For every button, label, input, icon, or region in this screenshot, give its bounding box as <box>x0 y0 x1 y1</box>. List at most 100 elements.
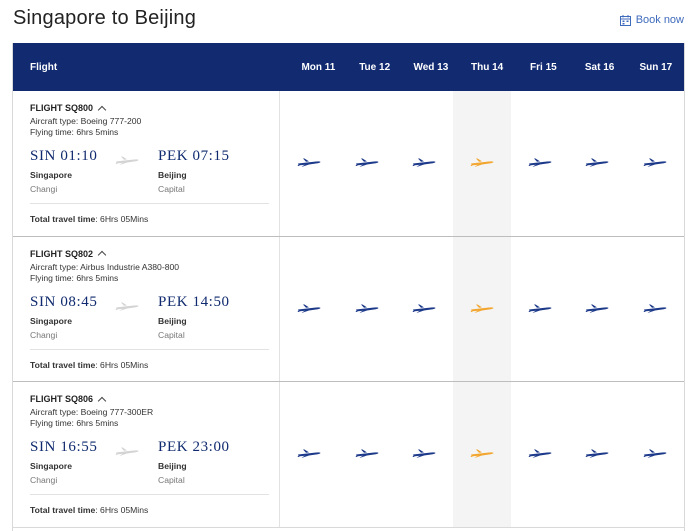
day-cell-thu[interactable] <box>453 236 511 381</box>
airplane-icon <box>115 443 139 461</box>
airplane-icon <box>585 300 609 318</box>
flight-times: SIN 01:10 Singapore Changi PEK 07:15 Bei… <box>30 148 280 198</box>
airplane-icon <box>297 154 321 172</box>
day-header-fri: Fri 15 <box>530 61 557 73</box>
airplane-icon <box>412 445 436 463</box>
departure-city: Singapore <box>30 315 73 326</box>
flying-time: Flying time: 6hrs 5mins <box>30 127 119 137</box>
total-travel-time: Total travel time: 6Hrs 05Mins <box>30 360 148 370</box>
arrival-time: PEK 23:00 <box>158 439 230 455</box>
total-travel-time-label: Total travel time <box>30 505 96 515</box>
airplane-icon <box>470 154 494 172</box>
departure: SIN 16:55 Singapore Changi <box>30 439 98 485</box>
departure-time: SIN 08:45 <box>30 293 98 310</box>
airplane-icon <box>585 445 609 463</box>
book-now-link[interactable]: Book now <box>619 14 684 26</box>
day-header-thu: Thu 14 <box>471 61 504 73</box>
flight-times: SIN 08:45 Singapore Changi PEK 14:50 Bei… <box>30 294 280 344</box>
flight-info: FLIGHT SQ800 Aircraft type: Boeing 777-2… <box>13 91 281 236</box>
flight-number: FLIGHT SQ806 <box>30 394 94 404</box>
day-cell-fri[interactable] <box>511 91 569 236</box>
day-cell-sun[interactable] <box>626 91 684 236</box>
airplane-icon <box>355 445 379 463</box>
flight-info: FLIGHT SQ806 Aircraft type: Boeing 777-3… <box>13 382 281 527</box>
airplane-icon <box>528 445 552 463</box>
total-travel-time-value: : 6Hrs 05Mins <box>95 359 149 370</box>
day-cells <box>280 236 684 382</box>
total-travel-time-label: Total travel time <box>30 214 96 224</box>
arrival-airport: Capital <box>158 475 185 485</box>
departure-airport: Changi <box>30 329 58 340</box>
day-cell-tue[interactable] <box>338 382 396 527</box>
book-now-label: Book now <box>635 14 684 26</box>
aircraft-type: Aircraft type: Boeing 777-200 <box>30 116 142 126</box>
departure-city: Singapore <box>30 461 73 471</box>
departure-time: SIN 16:55 <box>30 439 98 455</box>
divider <box>30 494 270 495</box>
flight-number-toggle[interactable]: FLIGHT SQ800 <box>30 103 279 114</box>
airplane-icon <box>355 154 379 172</box>
day-cell-wed[interactable] <box>396 237 454 382</box>
airplane-icon <box>643 445 667 463</box>
chevron-up-icon[interactable] <box>97 396 107 405</box>
airplane-icon <box>643 154 667 172</box>
day-header-sat: Sat 16 <box>584 61 615 73</box>
day-header-mon: Mon 11 <box>301 61 336 73</box>
flying-time: Flying time: 6hrs 5mins <box>30 418 119 428</box>
airplane-icon <box>470 445 494 463</box>
day-cell-tue[interactable] <box>338 237 396 382</box>
day-cell-sat[interactable] <box>569 237 627 382</box>
day-cell-sat[interactable] <box>569 91 627 236</box>
day-cell-sun[interactable] <box>626 382 684 527</box>
flight-number-toggle[interactable]: FLIGHT SQ806 <box>30 394 279 405</box>
day-header-tue: Tue 12 <box>359 61 391 73</box>
arrival-city: Beijing <box>158 461 187 471</box>
day-cell-thu[interactable] <box>453 91 511 236</box>
flight-row: FLIGHT SQ806 Aircraft type: Boeing 777-3… <box>13 382 684 528</box>
page-title: Singapore to Beijing <box>13 7 197 29</box>
day-cell-sun[interactable] <box>626 237 684 382</box>
day-cell-mon[interactable] <box>280 237 338 382</box>
day-cell-mon[interactable] <box>280 91 338 236</box>
flight-times: SIN 16:55 Singapore Changi PEK 23:00 Bei… <box>30 439 280 489</box>
airplane-icon <box>643 300 667 318</box>
aircraft-type: Aircraft type: Boeing 777-300ER <box>30 407 154 417</box>
arrival-city: Beijing <box>158 170 187 180</box>
flight-info: FLIGHT SQ802 Aircraft type: Airbus Indus… <box>13 236 281 381</box>
departure: SIN 08:45 Singapore Changi <box>30 294 98 340</box>
flight-rows: FLIGHT SQ800 Aircraft type: Boeing 777-2… <box>13 91 684 528</box>
arrival-airport: Capital <box>158 184 185 194</box>
departure-airport: Changi <box>30 475 58 485</box>
day-cell-fri[interactable] <box>511 382 569 527</box>
day-cell-wed[interactable] <box>396 91 454 236</box>
departure: SIN 01:10 Singapore Changi <box>30 148 98 194</box>
chevron-up-icon[interactable] <box>97 105 107 114</box>
day-cell-mon[interactable] <box>280 382 338 527</box>
day-cell-thu[interactable] <box>453 382 511 527</box>
flight-row: FLIGHT SQ802 Aircraft type: Airbus Indus… <box>13 236 684 382</box>
day-cell-fri[interactable] <box>511 237 569 382</box>
table-header: Flight Mon 11 Tue 12 Wed 13 Thu 14 Fri 1… <box>13 43 684 91</box>
arrival-time: PEK 07:15 <box>158 148 230 164</box>
airplane-icon <box>412 154 436 172</box>
departure-airport: Changi <box>30 184 58 194</box>
arrival: PEK 07:15 Beijing Capital <box>158 148 230 194</box>
arrival-city: Beijing <box>158 315 187 326</box>
divider <box>30 348 270 350</box>
airplane-icon <box>115 298 139 316</box>
airplane-icon <box>297 445 321 463</box>
departure-city: Singapore <box>30 170 73 180</box>
day-cell-tue[interactable] <box>338 91 396 236</box>
total-travel-time-value: : 6Hrs 05Mins <box>95 505 149 515</box>
airplane-icon <box>355 300 379 318</box>
day-cell-sat[interactable] <box>569 382 627 527</box>
divider <box>30 203 270 204</box>
arrival-airport: Capital <box>158 329 185 340</box>
arrival: PEK 14:50 Beijing Capital <box>158 294 230 340</box>
chevron-up-icon[interactable] <box>97 250 107 260</box>
flight-number-toggle[interactable]: FLIGHT SQ802 <box>30 249 279 260</box>
flight-row: FLIGHT SQ800 Aircraft type: Boeing 777-2… <box>13 91 684 237</box>
day-cell-wed[interactable] <box>396 382 454 527</box>
day-header-wed: Wed 13 <box>413 61 449 73</box>
arrival: PEK 23:00 Beijing Capital <box>158 439 230 485</box>
